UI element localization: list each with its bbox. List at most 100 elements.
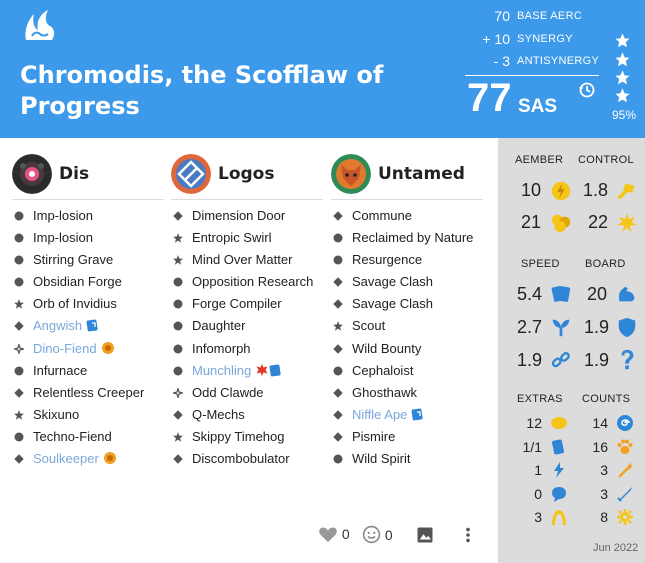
card-item[interactable]: Savage Clash	[331, 271, 483, 293]
base-aerc-label: BASE AERC	[517, 10, 583, 22]
card-item[interactable]: Ghosthawk	[331, 382, 483, 404]
card-item[interactable]: Soulkeeper	[12, 448, 164, 470]
card-item[interactable]: Forge Compiler	[171, 293, 323, 315]
card-item[interactable]: Dimension Door	[171, 205, 323, 227]
card-item[interactable]: Angwish	[12, 315, 164, 337]
control-heading: CONTROL	[578, 154, 634, 166]
arch-icon	[552, 510, 566, 525]
rarity-common-icon	[14, 366, 24, 376]
counts-value[interactable]: 14	[582, 415, 608, 431]
card-item[interactable]: Stirring Grave	[12, 249, 164, 271]
extras-value[interactable]: 1/1	[512, 439, 542, 455]
control-hammer-icon	[617, 183, 635, 200]
card-item[interactable]: Scout	[331, 315, 483, 337]
more-vert-icon[interactable]	[464, 526, 472, 544]
rarity-uncommon-icon	[333, 410, 343, 420]
card-item[interactable]: Opposition Research	[171, 271, 323, 293]
card-name: Infurnace	[33, 362, 88, 378]
card-item[interactable]: Reclaimed by Nature	[331, 227, 483, 249]
card-item[interactable]: Cephaloist	[331, 360, 483, 382]
speed-value[interactable]: 5.4	[517, 284, 542, 305]
shield-icon	[618, 317, 636, 338]
card-item[interactable]: Skixuno	[12, 404, 164, 426]
card-item[interactable]: Pismire	[331, 426, 483, 448]
card-name: Obsidian Forge	[33, 274, 122, 290]
card-item[interactable]: Wild Spirit	[331, 448, 483, 470]
efficiency-value[interactable]: 2.7	[517, 317, 542, 338]
counts-value[interactable]: 16	[582, 439, 608, 455]
history-icon[interactable]	[578, 81, 596, 99]
star-icon	[615, 33, 630, 48]
anomaly-icon	[103, 452, 116, 465]
counts-value[interactable]: 3	[582, 462, 608, 478]
extras-value[interactable]: 3	[512, 509, 542, 525]
card-item[interactable]: Relentless Creeper	[12, 382, 164, 404]
disruption-value[interactable]: 1.9	[517, 350, 542, 371]
card-item[interactable]: Infurnace	[12, 360, 164, 382]
card-item[interactable]: Niffle Ape	[331, 404, 483, 426]
counts-value[interactable]: 3	[582, 486, 608, 502]
deck-title[interactable]: Chromodis, the Scofflaw of Progress	[20, 60, 440, 122]
card-name: Odd Clawde	[192, 384, 264, 400]
card-item[interactable]: Dino-Fiend	[12, 338, 164, 360]
rarity-common-icon	[173, 299, 183, 309]
card-list: Dimension Door Entropic Swirl Mind Over Ma…	[171, 205, 323, 470]
card-item[interactable]: Q-Mechs	[171, 404, 323, 426]
extras-value[interactable]: 0	[512, 486, 542, 502]
rarity-rare-icon	[173, 233, 183, 243]
card-item[interactable]: Obsidian Forge	[12, 271, 164, 293]
rarity-uncommon-icon	[14, 388, 24, 398]
image-icon[interactable]	[416, 526, 434, 544]
counts-value[interactable]: 8	[582, 509, 608, 525]
question-icon	[621, 349, 634, 370]
card-name: Resurgence	[352, 252, 423, 268]
star-icon	[615, 52, 630, 67]
synergy-label: SYNERGY	[517, 33, 573, 45]
card-name: Savage Clash	[352, 296, 433, 312]
burst-icon	[616, 212, 638, 233]
card-item[interactable]: Skippy Timehog	[171, 426, 323, 448]
deck-header: Chromodis, the Scofflaw of Progress 70 B…	[0, 0, 645, 138]
card-item[interactable]: Munchling	[171, 360, 323, 382]
like-button[interactable]: 0	[318, 525, 350, 543]
board-value[interactable]: 20	[587, 284, 607, 305]
recursion-value[interactable]: 1.9	[584, 317, 609, 338]
card-name: Infomorph	[192, 340, 251, 356]
card-name: Imp-losion	[33, 230, 93, 246]
sas-label: SAS	[518, 96, 558, 117]
aember-value[interactable]: 10	[521, 180, 541, 201]
card-item[interactable]: Commune	[331, 205, 483, 227]
card-item[interactable]: Imp-losion	[12, 205, 164, 227]
card-name: Ghosthawk	[352, 384, 418, 400]
control-value[interactable]: 1.8	[583, 180, 608, 201]
card-item[interactable]: Savage Clash	[331, 293, 483, 315]
antisynergy-label: ANTISYNERGY	[517, 55, 600, 67]
card-item[interactable]: Imp-losion	[12, 227, 164, 249]
card-item[interactable]: Resurgence	[331, 249, 483, 271]
extras-value[interactable]: 12	[512, 415, 542, 431]
card-item[interactable]: Wild Bounty	[331, 338, 483, 360]
creature-protection-value[interactable]: 1.9	[584, 350, 609, 371]
card-name: Skixuno	[33, 406, 80, 422]
card-name: Commune	[352, 208, 412, 223]
card-item[interactable]: Entropic Swirl	[171, 227, 323, 249]
house-name: Dis	[59, 164, 90, 184]
sas-percentile: 95%	[612, 108, 637, 122]
dok-logo-icon[interactable]	[20, 6, 58, 44]
card-item[interactable]: Discombobulator	[171, 448, 323, 470]
card-item[interactable]: Daughter	[171, 315, 323, 337]
card-item[interactable]: Orb of Invidius	[12, 293, 164, 315]
house-column-untamed: Untamed Commune Reclaimed by Nature Resurg…	[331, 154, 483, 470]
card-item[interactable]: Mind Over Matter	[171, 249, 323, 271]
card-item[interactable]: Odd Clawde	[171, 382, 323, 404]
card-item[interactable]: Infomorph	[171, 338, 323, 360]
card-item[interactable]: Techno-Fiend	[12, 426, 164, 448]
rarity-uncommon-icon	[173, 410, 183, 420]
creature-power-value[interactable]: 22	[588, 212, 608, 233]
funny-button[interactable]: 0	[362, 525, 393, 544]
rarity-uncommon-icon	[333, 299, 343, 310]
expected-aember-value[interactable]: 21	[521, 212, 541, 233]
smiley-icon	[362, 525, 381, 544]
extras-heading: EXTRAS	[517, 393, 563, 405]
extras-value[interactable]: 1	[512, 462, 542, 478]
